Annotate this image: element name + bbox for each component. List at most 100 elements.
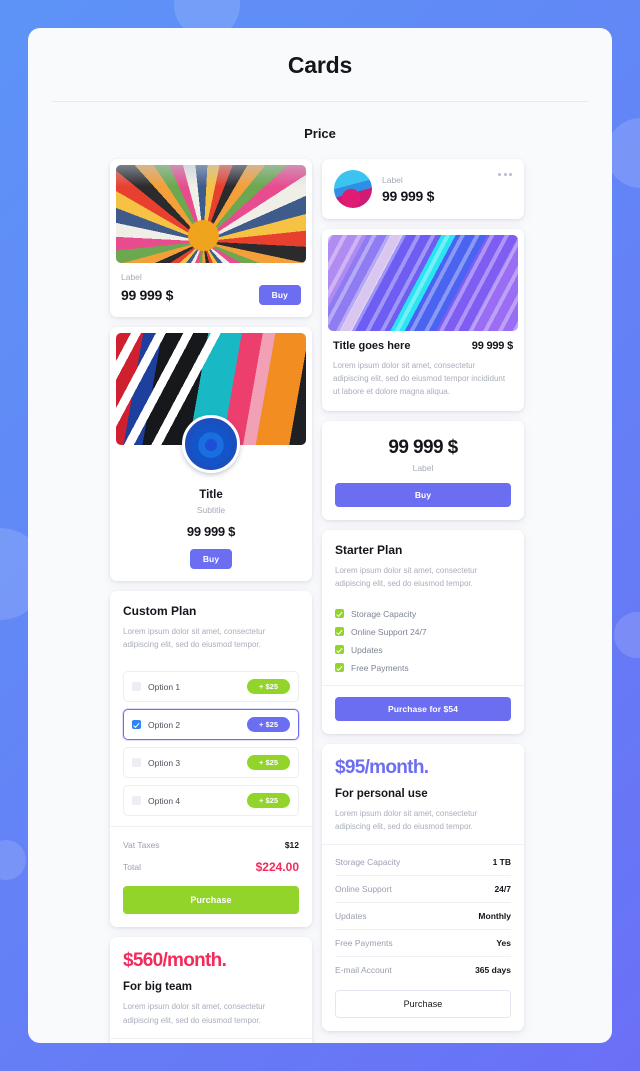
- profile-card-price: 99 999 $: [186, 524, 236, 539]
- option-4-left: Option 4: [132, 796, 180, 806]
- starter-plan-description: Lorem ipsum dolor sit amet, consectetur …: [335, 565, 478, 588]
- spec-key: Free Payments: [335, 938, 393, 949]
- price-card-body: 99 999 $ Label Buy: [322, 421, 524, 520]
- check-icon: [335, 663, 344, 673]
- option-3-left: Option 3: [132, 758, 180, 768]
- personal-plan-subtitle: For personal use: [335, 787, 428, 800]
- starter-plan-card: Starter Plan Lorem ipsum dolor sit amet,…: [322, 529, 524, 734]
- profile-card-body: Title Subtitle 99 999 $ Buy: [110, 473, 312, 581]
- check-icon: [335, 627, 344, 637]
- starter-plan-header: Starter Plan Lorem ipsum dolor sit amet,…: [322, 530, 524, 601]
- mini-card-price: 99 999 $: [382, 187, 435, 204]
- checkbox-icon[interactable]: [132, 682, 141, 692]
- option-label: Option 3: [148, 757, 181, 768]
- title-card-description: Lorem ipsum dolor sit amet, consectetur …: [333, 361, 506, 397]
- spec-value: Yes: [496, 938, 511, 949]
- title-card-price: 99 999 $: [471, 340, 513, 352]
- custom-plan-options: Option 1 + $25 Option 2 + $25 Option 3 +…: [110, 662, 312, 817]
- feature-row: Storage Capacity: [335, 609, 511, 619]
- right-column: Label 99 999 $ Title goes here 99 999 $: [322, 159, 524, 1032]
- spec-row: Online Support 24/7: [335, 876, 511, 904]
- option-row-1[interactable]: Option 1 + $25: [123, 671, 299, 703]
- main-panel: Cards Price Label 99 999 $ Buy Title Sub…: [28, 28, 612, 1043]
- purchase-button[interactable]: Purchase: [123, 886, 299, 915]
- total-row: Total $224.00: [123, 855, 299, 879]
- big-team-description: Lorem ipsum dolor sit amet, consectetur …: [123, 1002, 266, 1025]
- personal-plan-price: $95/month.: [335, 756, 429, 778]
- header-divider: [52, 101, 588, 102]
- option-label: Option 4: [148, 795, 181, 806]
- title-card-body: Title goes here 99 999 $ Lorem ipsum dol…: [322, 331, 524, 411]
- personal-plan-header: $95/month. For personal use Lorem ipsum …: [322, 744, 524, 844]
- balloon-product-card: Label 99 999 $ Buy: [110, 159, 312, 317]
- buy-button[interactable]: Buy: [258, 285, 301, 305]
- title-product-card: Title goes here 99 999 $ Lorem ipsum dol…: [322, 229, 524, 411]
- option-row-2[interactable]: Option 2 + $25: [123, 709, 299, 741]
- mini-product-card: Label 99 999 $: [322, 159, 524, 219]
- buy-button[interactable]: Buy: [189, 549, 233, 569]
- page-title: Cards: [287, 52, 353, 78]
- option-price-badge: + $25: [247, 717, 290, 733]
- spec-value: 24/7: [494, 884, 511, 895]
- checkbox-icon[interactable]: [132, 758, 141, 768]
- price-card-price: 99 999 $: [388, 436, 458, 458]
- vat-row: Vat Taxes $12: [123, 835, 299, 855]
- option-label: Option 1: [148, 681, 181, 692]
- spec-value: Monthly: [478, 911, 511, 922]
- price-buy-card: 99 999 $ Label Buy: [322, 420, 524, 520]
- left-column: Label 99 999 $ Buy Title Subtitle 99 999…: [110, 159, 312, 1043]
- option-price-badge: + $25: [247, 679, 290, 695]
- spec-key: Updates: [335, 911, 367, 922]
- big-team-plan-card: $560/month. For big team Lorem ipsum dol…: [110, 937, 312, 1043]
- feature-text: Storage Capacity: [351, 608, 417, 619]
- spec-key: Online Support: [335, 884, 392, 895]
- personal-plan-specs: Storage Capacity 1 TB Online Support 24/…: [322, 845, 524, 983]
- big-team-specs: Storage Capacity 1 TB Online Support 24/…: [110, 1039, 312, 1043]
- option-row-4[interactable]: Option 4 + $25: [123, 785, 299, 817]
- big-team-subtitle: For big team: [123, 981, 193, 994]
- option-1-left: Option 1: [132, 682, 180, 692]
- profile-card-title: Title: [199, 489, 223, 501]
- personal-plan-action: Purchase: [322, 983, 524, 1031]
- mini-card-body: Label 99 999 $: [322, 159, 524, 219]
- option-row-3[interactable]: Option 3 + $25: [123, 747, 299, 779]
- custom-plan-card: Custom Plan Lorem ipsum dolor sit amet, …: [110, 591, 312, 928]
- cards-grid: Label 99 999 $ Buy Title Subtitle 99 999…: [28, 141, 612, 1043]
- custom-plan-action: Purchase: [110, 879, 312, 927]
- hot-air-balloon-photo: [116, 165, 306, 263]
- background-circle-right-bottom: [614, 612, 640, 658]
- big-team-header: $560/month. For big team Lorem ipsum dol…: [110, 937, 312, 1037]
- option-price-badge: + $25: [247, 755, 290, 771]
- spec-row: Storage Capacity 1 TB: [335, 849, 511, 877]
- spec-row: E-mail Account 365 days: [335, 957, 511, 983]
- spec-row: Updates Monthly: [335, 903, 511, 931]
- avatar: [182, 415, 240, 473]
- purchase-button[interactable]: Purchase: [335, 990, 511, 1019]
- more-options-icon[interactable]: [498, 173, 512, 176]
- checkbox-icon[interactable]: [132, 796, 141, 806]
- avatar: [334, 170, 372, 208]
- purchase-button[interactable]: Purchase for $54: [335, 696, 511, 721]
- spec-key: E-mail Account: [335, 965, 392, 976]
- balloon-card-price: 99 999 $: [121, 287, 174, 303]
- title-card-header-row: Title goes here 99 999 $: [333, 340, 513, 352]
- spec-value: 1 TB: [492, 857, 511, 868]
- buy-button[interactable]: Buy: [335, 482, 511, 507]
- background-circle-bottom-left: [0, 840, 26, 880]
- abstract-gradient-waves-photo: [328, 235, 518, 331]
- custom-plan-header: Custom Plan Lorem ipsum dolor sit amet, …: [110, 591, 312, 662]
- starter-plan-features: Storage Capacity Online Support 24/7 Upd…: [322, 609, 524, 685]
- custom-plan-totals: Vat Taxes $12 Total $224.00: [110, 827, 312, 879]
- check-icon: [335, 609, 344, 619]
- checkbox-checked-icon[interactable]: [132, 720, 141, 730]
- profile-card-subtitle: Subtitle: [196, 505, 226, 515]
- feature-text: Updates: [351, 644, 383, 655]
- total-value: $224.00: [255, 860, 299, 875]
- section-title: Price: [304, 126, 336, 141]
- balloon-card-price-row: 99 999 $ Buy: [121, 285, 301, 305]
- personal-plan-card: $95/month. For personal use Lorem ipsum …: [322, 743, 524, 1032]
- profile-card-action-row: Buy: [121, 549, 301, 569]
- price-card-label: Label: [412, 462, 434, 473]
- check-icon: [335, 645, 344, 655]
